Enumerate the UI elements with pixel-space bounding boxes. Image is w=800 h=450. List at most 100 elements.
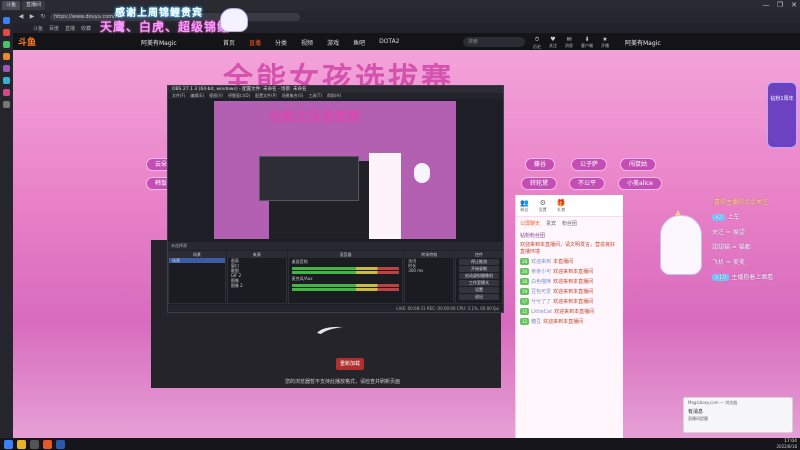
chat-panel: 👥 粉丝 ⚙ 设置 🎁 礼物 公屏聊天 贵宾 粉丝团 钻粉粉丝团 欢迎来到本直播间，请… [515, 195, 623, 438]
bookmark-item[interactable]: 直播 [65, 25, 75, 32]
start-icon[interactable] [4, 439, 13, 449]
obs-source-toolbar: 未选择源 [168, 242, 503, 250]
notification-toast[interactable]: Magicboxy.com — 浏览器 有消息 直播间提醒 [683, 397, 793, 433]
start-recording-button[interactable]: 开始录制 [459, 266, 499, 272]
obs-menu-item[interactable]: 停靠窗口(D) [228, 93, 250, 99]
virtual-camera-button[interactable]: 启动虚拟摄像机 [459, 273, 499, 279]
sidebar-app-icon[interactable] [3, 29, 10, 36]
reload-icon[interactable]: ↻ [39, 13, 47, 21]
chat-user[interactable]: LittleCat [531, 309, 552, 315]
tab-public-chat[interactable]: 公屏聊天 [520, 220, 540, 227]
system-tray[interactable]: 17:04 2022/8/18 [776, 439, 797, 449]
obs-status-bar: LIVE: 00:08:31 REC: 00:00:00 CPU: 3.1%, … [168, 305, 503, 312]
sidebar-app-icon[interactable] [3, 53, 10, 60]
close-icon[interactable]: ✕ [790, 1, 798, 9]
obs-menu-bar: 文件(F) 编辑(E) 视图(V) 停靠窗口(D) 配置文件(P) 场景集合(S… [168, 93, 503, 99]
player-logo-icon [317, 326, 343, 334]
obs-menu-item[interactable]: 视图(V) [209, 93, 223, 99]
nav-item-game[interactable]: 游戏 [327, 38, 339, 47]
obs-icon[interactable] [30, 439, 39, 449]
back-icon[interactable]: ◀ [17, 13, 25, 21]
obs-menu-item[interactable]: 帮助(H) [327, 93, 341, 99]
header-stream-button[interactable]: ★ 开播 [601, 36, 609, 50]
level-badge: 17 [520, 298, 530, 305]
bookmark-item[interactable]: 百度 [49, 25, 59, 32]
header-user[interactable]: 阿美有Magic [625, 38, 661, 47]
gear-icon: ⚙ [539, 198, 546, 207]
sidebar-app-icon[interactable] [3, 41, 10, 48]
volume-meter [291, 267, 400, 270]
tab-vip[interactable]: 贵宾 [546, 220, 556, 227]
header-client-button[interactable]: ⬇ 客户端 [581, 36, 593, 50]
settings-button[interactable]: ⚙ 设置 [539, 199, 547, 213]
fans-button[interactable]: 👥 粉丝 [520, 199, 529, 213]
chat-user[interactable]: 欢迎来到 [531, 259, 551, 265]
nested-mascot-icon [414, 163, 430, 183]
clock-date: 2022/8/18 [776, 444, 797, 449]
minimize-icon[interactable]: — [762, 1, 770, 9]
obs-menu-item[interactable]: 工具(T) [308, 93, 322, 99]
overlay-subtitle: 天鹰、白虎、超级锦鲤 [100, 20, 231, 34]
site-nav: 首页 直播 分类 视频 游戏 鱼吧 DOTA2 [223, 38, 400, 47]
maximize-icon[interactable]: ❐ [776, 1, 784, 9]
nav-item-home[interactable]: 首页 [223, 38, 235, 47]
chat-message: 19 豆包可爱 欢迎来到本直播间 [520, 288, 594, 295]
nav-item-fishbar[interactable]: 鱼吧 [353, 38, 365, 47]
chat-user[interactable]: 白色喵咪 [531, 279, 551, 285]
nav-item-video[interactable]: 视频 [301, 38, 313, 47]
nav-item-dota2[interactable]: DOTA2 [379, 38, 399, 47]
obs-menu-item[interactable]: 场景集合(S) [282, 93, 304, 99]
sidebar-app-icon[interactable] [3, 17, 10, 24]
chat-user[interactable]: 糖豆 [531, 319, 541, 325]
chat-user[interactable]: 豆包可爱 [531, 289, 551, 295]
sidebar-app-icon[interactable] [3, 77, 10, 84]
header-history-button[interactable]: ⏱ 历史 [533, 36, 541, 50]
sidebar-app-icon[interactable] [3, 101, 10, 108]
obs-menu-item[interactable]: 编辑(E) [190, 93, 204, 99]
browser-icon[interactable] [43, 439, 52, 449]
nav-item-live[interactable]: 直播 [249, 38, 261, 47]
fan-club-rank[interactable]: 钻粉粉丝团 [516, 230, 623, 241]
sidebar-app-icon[interactable] [3, 65, 10, 72]
sidebar-app-icon[interactable] [3, 89, 10, 96]
chat-user[interactable]: 兮兮了了 [531, 299, 551, 305]
notification-title: 有消息 [688, 409, 704, 415]
settings-button[interactable]: 设置 [459, 287, 499, 293]
stop-stream-button[interactable]: 停止推流 [459, 259, 499, 265]
forward-icon[interactable]: ▶ [28, 13, 36, 21]
obs-title-bar[interactable]: OBS 27.1.3 (64-bit, windows) - 配置文件: 未命名… [168, 86, 503, 93]
scene-item[interactable]: 场景 [169, 258, 225, 263]
studio-mode-button[interactable]: 工作室模式 [459, 280, 499, 286]
exit-button[interactable]: 退出 [459, 294, 499, 300]
obs-menu-item[interactable]: 文件(F) [172, 93, 185, 99]
tab-fans[interactable]: 粉丝团 [562, 220, 577, 227]
obs-menu-item[interactable]: 配置文件(P) [255, 93, 277, 99]
anniversary-badge[interactable] [767, 82, 797, 148]
nav-item-category[interactable]: 分类 [275, 38, 287, 47]
site-search-input[interactable]: 搜索 [463, 37, 525, 47]
duration-input[interactable]: 300 ms [405, 268, 453, 273]
source-item[interactable]: 图像 2 [228, 283, 286, 288]
bookmark-item[interactable]: 斗鱼 [33, 25, 43, 32]
header-message-button[interactable]: ✉ 消息 [565, 36, 573, 50]
stage-pill: 公子萨 [571, 158, 608, 171]
volume-slider[interactable] [291, 271, 400, 274]
chat-user[interactable]: 亲亲小可 [531, 269, 551, 275]
dock-sources: 来源 画面 窗口 截图 GIF 2 图像 图像 2 [226, 251, 287, 304]
browser-tab[interactable]: 直播间 [22, 1, 46, 10]
volume-slider[interactable] [291, 288, 400, 291]
reload-player-button[interactable]: 重新加载 [336, 358, 364, 370]
dock-controls: 控件 停止推流 开始录制 启动虚拟摄像机 工作室模式 设置 退出 [455, 251, 503, 304]
gift-button[interactable]: 🎁 礼物 [557, 199, 566, 213]
site-logo[interactable]: 斗鱼 [18, 35, 36, 48]
folder-icon[interactable] [17, 439, 26, 449]
app-icon[interactable] [56, 439, 65, 449]
header-follow-button[interactable]: ♥ 关注 [549, 36, 557, 50]
taskbar: 17:04 2022/8/18 [0, 438, 800, 450]
obs-preview[interactable]: 全能女孩选拔赛 [214, 101, 456, 239]
browser-tab[interactable]: 斗鱼 [2, 1, 21, 10]
gift-line: 飞机 = 美美 [712, 259, 745, 266]
level-badge: 15 [520, 308, 530, 315]
streamer-name[interactable]: 阿美有Magic [141, 38, 177, 47]
bookmark-item[interactable]: 收藏 [81, 25, 91, 32]
